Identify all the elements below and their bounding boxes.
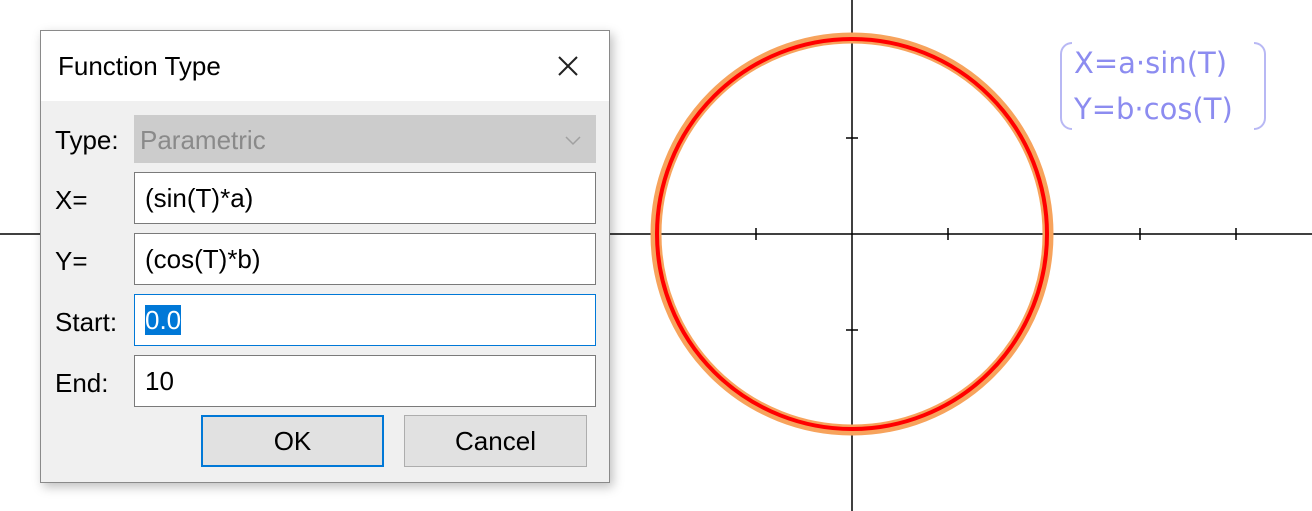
start-input[interactable]: 0.0 [134, 294, 596, 346]
formula-bracket-right [1254, 42, 1266, 130]
formula-y: Y=b·cos(T) [1074, 92, 1233, 126]
close-button[interactable] [547, 45, 589, 87]
formula-x: X=a·sin(T) [1074, 46, 1228, 80]
close-icon [558, 56, 578, 76]
x-label: X= [55, 185, 88, 215]
type-select: Parametric [134, 115, 596, 163]
y-expression-input[interactable]: (cos(T)*b) [134, 233, 596, 285]
y-label: Y= [55, 246, 88, 276]
function-type-dialog: Function Type Type: Parametric X= (sin(T… [40, 30, 610, 483]
dialog-titlebar: Function Type [41, 31, 609, 101]
type-label: Type: [55, 125, 119, 155]
start-label: Start: [55, 307, 118, 337]
end-label: End: [55, 368, 109, 398]
type-value: Parametric [140, 125, 266, 155]
formula-bracket-left [1060, 42, 1072, 130]
formula-label[interactable]: X=a·sin(T) Y=b·cos(T) [1060, 40, 1266, 130]
ok-button[interactable]: OK [201, 415, 384, 467]
start-value: 0.0 [145, 305, 182, 335]
x-expression-input[interactable]: (sin(T)*a) [134, 172, 596, 224]
cancel-button[interactable]: Cancel [404, 415, 587, 467]
end-input[interactable]: 10 [134, 355, 596, 407]
dialog-title: Function Type [58, 51, 221, 81]
